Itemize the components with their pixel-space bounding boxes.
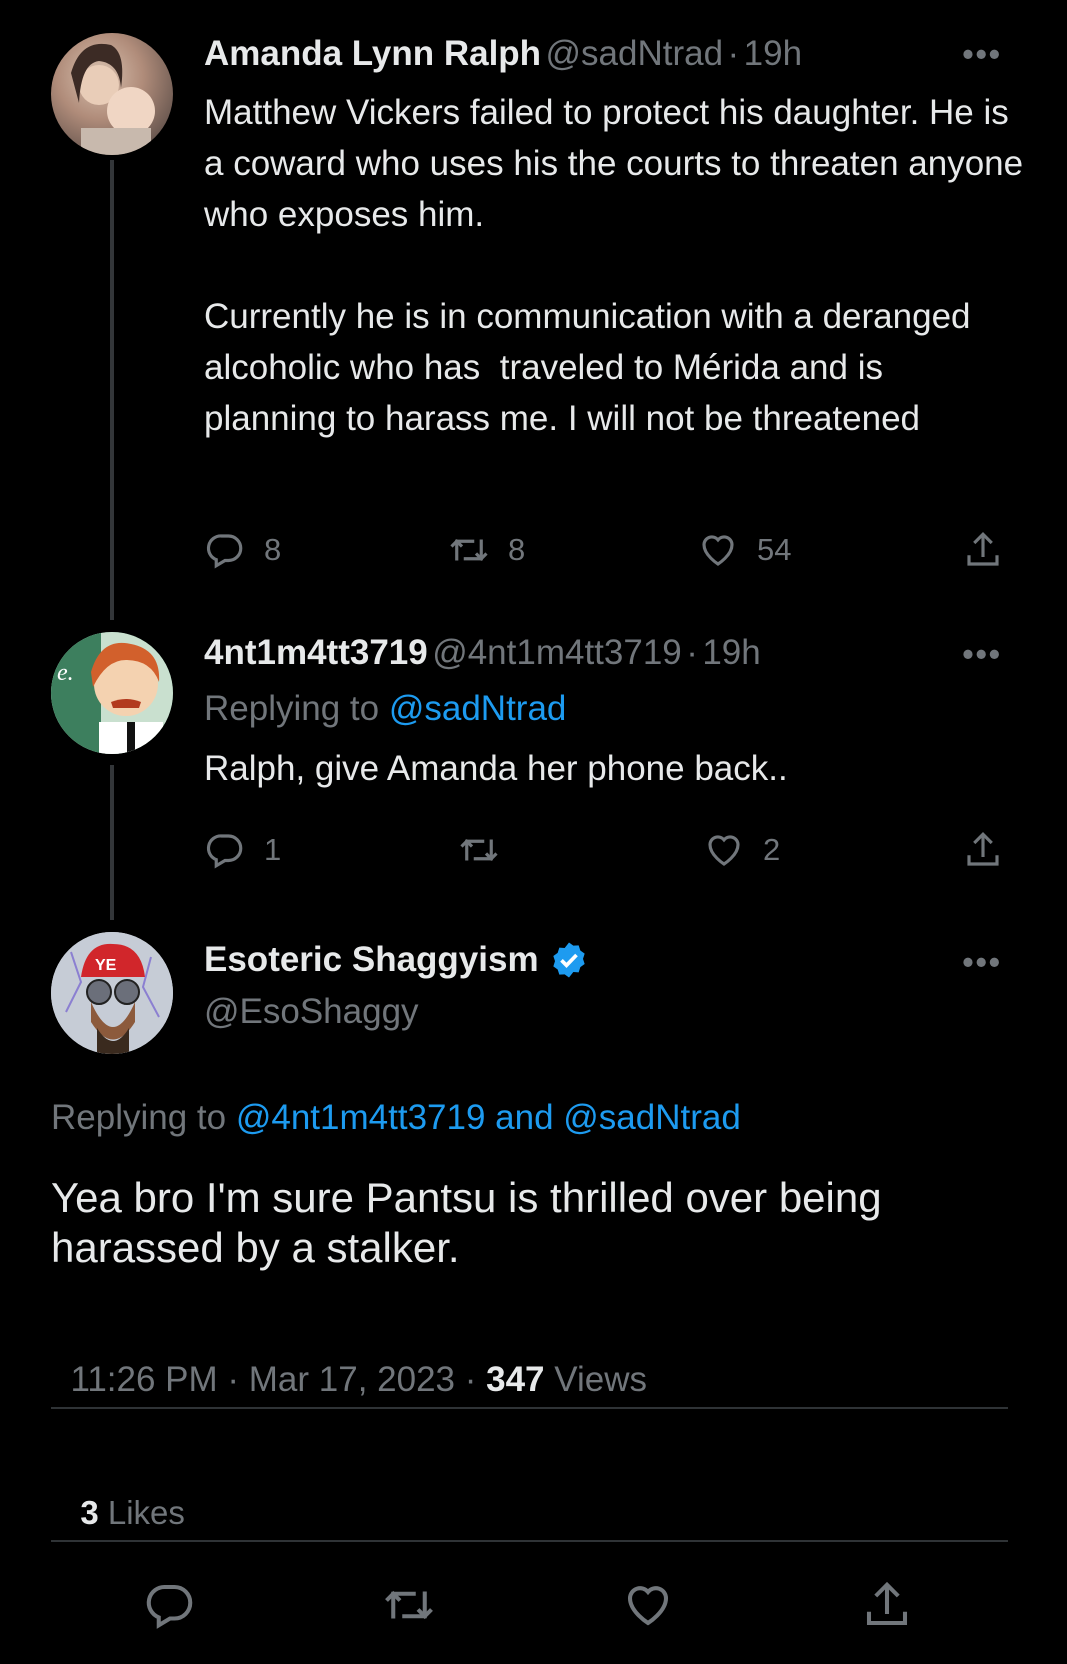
main-text: Yea bro I'm sure Pantsu is thrilled over… (51, 1174, 882, 1271)
views-label: Views (544, 1360, 647, 1399)
retweet-button[interactable] (382, 1578, 436, 1637)
views-count: 347 (486, 1360, 545, 1399)
tweet-2-name[interactable]: 4nt1m4tt3719 (204, 633, 428, 672)
svg-text:e.: e. (57, 660, 74, 686)
more-icon[interactable]: ••• (962, 36, 1002, 73)
avatar[interactable] (51, 33, 173, 155)
replying-label: Replying to (51, 1098, 227, 1137)
thread-line-2 (110, 765, 114, 920)
retweet-icon (450, 539, 488, 561)
like-icon (708, 835, 740, 866)
like-icon (702, 535, 734, 566)
like-button[interactable]: 2 (703, 829, 780, 871)
retweet-button[interactable] (458, 829, 518, 871)
thread-line-1 (110, 160, 114, 620)
like-button[interactable]: 54 (697, 529, 791, 571)
reply-icon (146, 1584, 193, 1629)
replying-to-link[interactable]: @4nt1m4tt3719 and @sadNtrad (236, 1098, 741, 1137)
share-icon (967, 832, 999, 866)
tweet-2-handle[interactable]: @4nt1m4tt3719 (432, 633, 682, 672)
main-author: Esoteric Shaggyism (204, 940, 589, 980)
tweet-2-text: Ralph, give Amanda her phone back.. (204, 749, 788, 788)
tweet-1-time[interactable]: 19h (744, 34, 802, 73)
tweet-2-replying: Replying to @sadNtrad (204, 689, 566, 729)
reply-button[interactable] (143, 1578, 197, 1637)
replying-to-link[interactable]: @sadNtrad (389, 689, 567, 728)
share-button[interactable] (962, 829, 1022, 871)
retweet-button[interactable]: 8 (448, 529, 525, 571)
like-count: 54 (757, 532, 792, 567)
replying-label: Replying to (204, 689, 380, 728)
retweet-count: 8 (508, 532, 526, 567)
tweet-2-time[interactable]: 19h (702, 633, 760, 672)
share-button[interactable] (860, 1578, 914, 1637)
like-count: 2 (763, 832, 781, 867)
more-icon[interactable]: ••• (962, 944, 1002, 981)
tweet-1-text: Matthew Vickers failed to protect his da… (204, 93, 1024, 438)
reply-icon (206, 834, 243, 869)
retweet-icon (460, 839, 498, 861)
likes-summary[interactable]: 3 Likes (62, 1456, 185, 1532)
svg-text:YE: YE (95, 957, 117, 974)
reply-count: 8 (264, 532, 282, 567)
main-replying: Replying to @4nt1m4tt3719 and @sadNtrad (51, 1098, 741, 1138)
retweet-icon (385, 1590, 433, 1620)
tweet-1-separator: · (727, 34, 740, 73)
likes-label: Likes (98, 1494, 185, 1531)
main-handle[interactable]: @EsoShaggy (204, 992, 419, 1032)
reply-button[interactable]: 8 (204, 529, 281, 571)
like-button[interactable] (621, 1578, 675, 1637)
more-icon[interactable]: ••• (962, 636, 1002, 673)
tweet-2-header: 4nt1m4tt3719 @4nt1m4tt3719 · 19h (204, 633, 761, 677)
timestamp[interactable]: 11:26 PM · Mar 17, 2023 · (70, 1360, 486, 1399)
divider (51, 1540, 1008, 1542)
main-meta: 11:26 PM · Mar 17, 2023 · 347 Views (51, 1320, 647, 1400)
tweet-2-separator: · (686, 633, 698, 672)
reply-button[interactable]: 1 (204, 829, 281, 871)
reply-icon (206, 534, 243, 569)
tweet-1-handle[interactable]: @sadNtrad (546, 34, 724, 73)
tweet-1-name[interactable]: Amanda Lynn Ralph (204, 34, 541, 73)
avatar[interactable]: YE (51, 932, 173, 1054)
divider (51, 1407, 1008, 1409)
reply-count: 1 (264, 832, 282, 867)
avatar[interactable]: e. (51, 632, 173, 754)
share-button[interactable] (962, 529, 1022, 571)
main-name[interactable]: Esoteric Shaggyism (204, 940, 539, 980)
like-icon (627, 1586, 669, 1626)
share-icon (866, 1581, 908, 1626)
share-icon (967, 532, 999, 566)
verified-badge-icon (552, 942, 585, 978)
likes-count: 3 (80, 1494, 99, 1531)
tweet-1-header: Amanda Lynn Ralph @sadNtrad · 19h (204, 34, 802, 78)
